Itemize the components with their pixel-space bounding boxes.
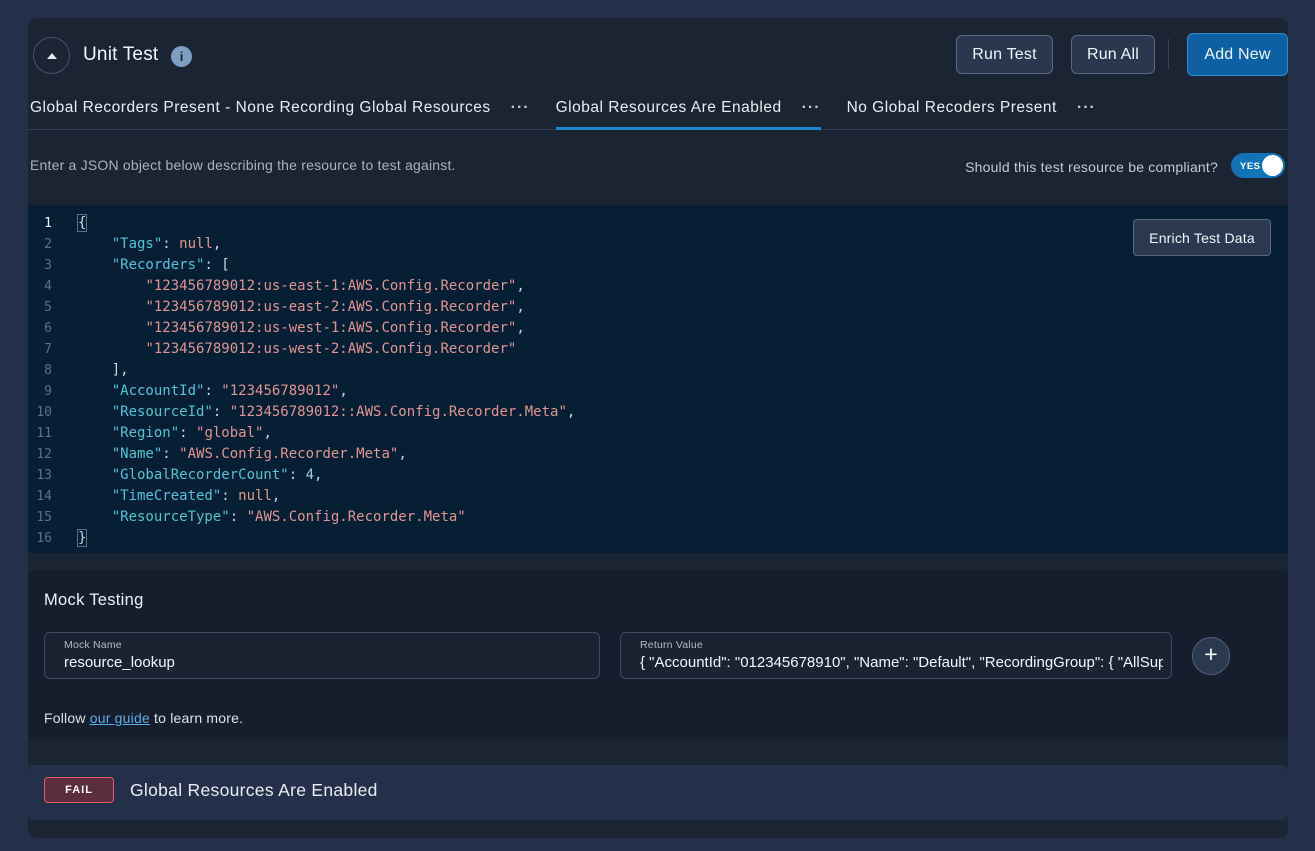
line-number: 13 [28,465,52,486]
collapse-button[interactable] [33,37,70,74]
code-line: 16} [28,528,1288,549]
tab-menu-icon[interactable]: ··· [802,103,821,113]
code-line: 2 "Tags": null, [28,234,1288,255]
tab-global-recorders-present-none-recording-global-resources[interactable]: Global Recorders Present - None Recordin… [30,86,530,130]
code-line: 7 "123456789012:us-west-2:AWS.Config.Rec… [28,339,1288,360]
enrich-test-data-button[interactable]: Enrich Test Data [1133,219,1271,256]
compliant-toggle[interactable]: YES [1231,153,1285,178]
mock-name-label: Mock Name [64,639,122,651]
code-line: 15 "ResourceType": "AWS.Config.Recorder.… [28,507,1288,528]
info-icon[interactable]: i [171,46,192,67]
return-value-value: { "AccountId": "012345678910", "Name": "… [640,654,1163,671]
description-text: Enter a JSON object below describing the… [30,157,456,173]
result-test-name: Global Resources Are Enabled [130,780,378,801]
line-number: 4 [28,276,52,297]
tab-global-resources-are-enabled[interactable]: Global Resources Are Enabled ··· [556,86,821,130]
code-line: 11 "Region": "global", [28,423,1288,444]
guide-suffix: to learn more. [150,710,243,726]
line-text: "TimeCreated": null, [78,486,280,507]
tab-menu-icon[interactable]: ··· [511,103,530,113]
line-text: "ResourceId": "123456789012::AWS.Config.… [78,402,575,423]
line-number: 5 [28,297,52,318]
code-line: 4 "123456789012:us-east-1:AWS.Config.Rec… [28,276,1288,297]
code-line: 8 ], [28,360,1288,381]
guide-prefix: Follow [44,710,90,726]
compliant-question: Should this test resource be compliant? [965,159,1218,175]
line-number: 1 [28,213,52,234]
line-text: { [78,213,86,234]
unit-test-title: Unit Test [83,44,158,66]
line-text: "GlobalRecorderCount": 4, [78,465,322,486]
line-number: 14 [28,486,52,507]
line-text: "Tags": null, [78,234,221,255]
guide-text: Follow our guide to learn more. [44,710,243,726]
test-result-row: FAIL Global Resources Are Enabled [28,765,1288,820]
run-all-button[interactable]: Run All [1071,35,1155,74]
mock-testing-section: Mock Testing Mock Name resource_lookup R… [28,570,1288,740]
code-line: 13 "GlobalRecorderCount": 4, [28,465,1288,486]
toggle-knob[interactable] [1262,155,1283,176]
header-vertical-divider [1168,39,1169,70]
line-text: ], [78,360,129,381]
tab-bar: Global Recorders Present - None Recordin… [30,86,1122,130]
mock-name-input[interactable]: Mock Name resource_lookup [44,632,600,679]
line-text: "123456789012:us-west-2:AWS.Config.Recor… [78,339,516,360]
code-line: 3 "Recorders": [ [28,255,1288,276]
line-text: "Name": "AWS.Config.Recorder.Meta", [78,444,407,465]
add-new-button[interactable]: Add New [1187,33,1288,76]
line-number: 7 [28,339,52,360]
code-line: 12 "Name": "AWS.Config.Recorder.Meta", [28,444,1288,465]
line-number: 2 [28,234,52,255]
line-number: 10 [28,402,52,423]
line-text: "Recorders": [ [78,255,230,276]
line-number: 3 [28,255,52,276]
line-number: 8 [28,360,52,381]
plus-icon: + [1204,641,1217,668]
add-mock-button[interactable]: + [1192,637,1230,675]
line-text: "123456789012:us-east-2:AWS.Config.Recor… [78,297,525,318]
line-number: 6 [28,318,52,339]
tab-label: No Global Recoders Present [847,99,1057,117]
mock-name-value: resource_lookup [64,654,591,671]
code-line: 9 "AccountId": "123456789012", [28,381,1288,402]
code-line: 6 "123456789012:us-west-1:AWS.Config.Rec… [28,318,1288,339]
line-number: 15 [28,507,52,528]
line-text: "123456789012:us-west-1:AWS.Config.Recor… [78,318,525,339]
return-value-label: Return Value [640,639,703,651]
json-editor[interactable]: 1{2 "Tags": null,3 "Recorders": [4 "1234… [28,205,1288,553]
line-number: 16 [28,528,52,549]
line-number: 9 [28,381,52,402]
line-text: } [78,528,86,549]
code-line: 5 "123456789012:us-east-2:AWS.Config.Rec… [28,297,1288,318]
guide-link[interactable]: our guide [90,710,150,726]
collapse-up-icon [47,53,57,59]
tab-no-global-recoders-present[interactable]: No Global Recoders Present ··· [847,86,1096,130]
line-text: "Region": "global", [78,423,272,444]
mock-testing-title: Mock Testing [44,591,144,610]
code-line: 1{ [28,213,1288,234]
line-text: "123456789012:us-east-1:AWS.Config.Recor… [78,276,525,297]
unit-test-panel: Unit Test i Run Test Run All Add New Glo… [28,18,1288,838]
line-number: 11 [28,423,52,444]
code-line: 14 "TimeCreated": null, [28,486,1288,507]
line-number: 12 [28,444,52,465]
page: Unit Test i Run Test Run All Add New Glo… [0,0,1315,851]
run-test-button[interactable]: Run Test [956,35,1053,74]
tab-label: Global Resources Are Enabled [556,99,782,117]
code-line: 10 "ResourceId": "123456789012::AWS.Conf… [28,402,1288,423]
tab-label: Global Recorders Present - None Recordin… [30,99,491,117]
line-text: "AccountId": "123456789012", [78,381,348,402]
code-area[interactable]: 1{2 "Tags": null,3 "Recorders": [4 "1234… [28,205,1288,549]
line-text: "ResourceType": "AWS.Config.Recorder.Met… [78,507,466,528]
return-value-input[interactable]: Return Value { "AccountId": "01234567891… [620,632,1172,679]
tab-menu-icon[interactable]: ··· [1077,103,1096,113]
toggle-on-label: YES [1240,161,1261,172]
fail-badge: FAIL [44,777,114,803]
